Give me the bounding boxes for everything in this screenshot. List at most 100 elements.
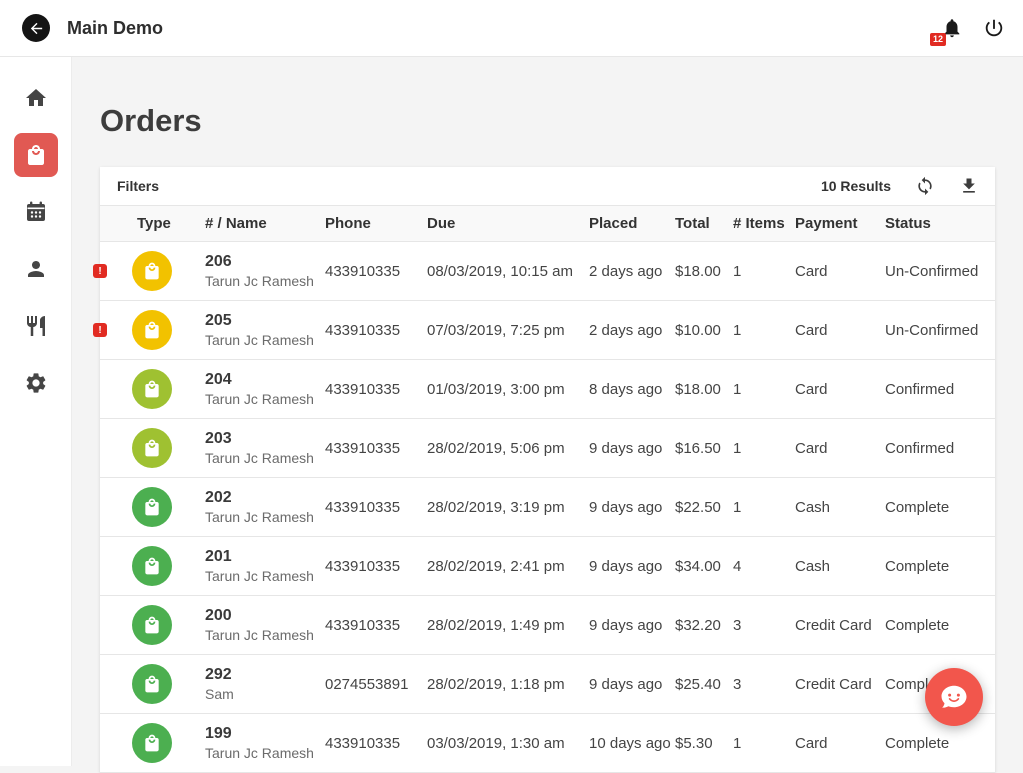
column-header-total: Total [675, 206, 733, 242]
order-phone: 433910335 [325, 537, 427, 596]
order-total: $32.20 [675, 596, 733, 655]
order-payment: Card [795, 714, 885, 773]
download-button[interactable] [959, 176, 979, 196]
order-due: 08/03/2019, 10:15 am [427, 242, 589, 301]
order-status: Complete [885, 596, 995, 655]
order-payment: Cash [795, 478, 885, 537]
column-header-placed: Placed [589, 206, 675, 242]
app-title: Main Demo [67, 18, 163, 39]
page-title: Orders [100, 101, 995, 141]
order-total: $34.00 [675, 537, 733, 596]
orders-panel: Filters 10 Results [100, 167, 995, 773]
orders-table-body: ! 206 Tarun Jc Ramesh 433910335 08/03/20… [100, 242, 995, 773]
order-phone: 433910335 [325, 714, 427, 773]
notification-count-badge: 12 [930, 33, 946, 46]
order-number: 200 [205, 607, 325, 625]
orders-panel-header: Filters 10 Results [100, 167, 995, 205]
table-row[interactable]: ! 200 Tarun Jc Ramesh 433910335 28/02/20… [100, 596, 995, 655]
order-customer-name: Sam [205, 686, 325, 702]
order-status: Complete [885, 537, 995, 596]
order-due: 28/02/2019, 5:06 pm [427, 419, 589, 478]
order-due: 03/03/2019, 1:30 am [427, 714, 589, 773]
table-row[interactable]: ! 202 Tarun Jc Ramesh 433910335 28/02/20… [100, 478, 995, 537]
column-header-phone: Phone [325, 206, 427, 242]
order-items-count: 1 [733, 242, 795, 301]
order-total: $22.50 [675, 478, 733, 537]
sidebar [0, 57, 72, 766]
order-phone: 433910335 [325, 478, 427, 537]
order-number: 205 [205, 312, 325, 330]
order-customer-name: Tarun Jc Ramesh [205, 745, 325, 761]
column-header-items: # Items [733, 206, 795, 242]
order-status: Un-Confirmed [885, 301, 995, 360]
table-row[interactable]: ! 199 Tarun Jc Ramesh 433910335 03/03/20… [100, 714, 995, 773]
order-phone: 433910335 [325, 596, 427, 655]
logout-button[interactable] [983, 17, 1005, 39]
table-row[interactable]: ! 205 Tarun Jc Ramesh 433910335 07/03/20… [100, 301, 995, 360]
shopping-bag-icon [24, 143, 48, 167]
order-total: $16.50 [675, 419, 733, 478]
order-items-count: 1 [733, 714, 795, 773]
column-header-due: Due [427, 206, 589, 242]
notifications-button[interactable]: 12 [941, 17, 963, 39]
order-payment: Credit Card [795, 596, 885, 655]
topbar: Main Demo 12 [0, 0, 1023, 57]
sidebar-item-orders[interactable] [14, 133, 58, 177]
order-type-icon [132, 664, 172, 704]
order-type-icon [132, 369, 172, 409]
column-header-name: # / Name [205, 206, 325, 242]
filters-toggle[interactable]: Filters [117, 178, 159, 194]
order-items-count: 1 [733, 301, 795, 360]
order-type-icon [132, 310, 172, 350]
order-items-count: 1 [733, 360, 795, 419]
order-payment: Cash [795, 537, 885, 596]
order-customer-name: Tarun Jc Ramesh [205, 332, 325, 348]
order-due: 28/02/2019, 1:49 pm [427, 596, 589, 655]
order-payment: Card [795, 419, 885, 478]
refresh-button[interactable] [915, 176, 935, 196]
table-row[interactable]: ! 201 Tarun Jc Ramesh 433910335 28/02/20… [100, 537, 995, 596]
order-total: $18.00 [675, 360, 733, 419]
help-chat-button[interactable] [925, 668, 983, 726]
table-row[interactable]: ! 206 Tarun Jc Ramesh 433910335 08/03/20… [100, 242, 995, 301]
sidebar-item-home[interactable] [14, 76, 58, 120]
order-phone: 0274553891 [325, 655, 427, 714]
order-number: 203 [205, 430, 325, 448]
order-total: $25.40 [675, 655, 733, 714]
order-number: 292 [205, 666, 325, 684]
sidebar-item-settings[interactable] [14, 361, 58, 405]
refresh-icon [915, 176, 935, 196]
order-type-icon [132, 723, 172, 763]
order-items-count: 4 [733, 537, 795, 596]
order-payment: Card [795, 301, 885, 360]
calendar-icon [24, 200, 48, 224]
order-placed: 10 days ago [589, 714, 675, 773]
order-customer-name: Tarun Jc Ramesh [205, 273, 325, 289]
restaurant-icon [24, 314, 48, 338]
order-placed: 9 days ago [589, 537, 675, 596]
person-icon [24, 257, 48, 281]
alert-icon: ! [93, 323, 107, 337]
order-payment: Card [795, 242, 885, 301]
power-icon [983, 17, 1005, 39]
chat-smiley-icon [939, 682, 969, 712]
back-button[interactable] [22, 14, 50, 42]
column-header-status: Status [885, 206, 995, 242]
column-header-type: Type [100, 206, 205, 242]
order-items-count: 3 [733, 596, 795, 655]
order-number: 204 [205, 371, 325, 389]
table-row[interactable]: ! 204 Tarun Jc Ramesh 433910335 01/03/20… [100, 360, 995, 419]
order-customer-name: Tarun Jc Ramesh [205, 509, 325, 525]
order-customer-name: Tarun Jc Ramesh [205, 627, 325, 643]
order-placed: 9 days ago [589, 655, 675, 714]
sidebar-item-menu[interactable] [14, 304, 58, 348]
order-number: 199 [205, 725, 325, 743]
order-placed: 2 days ago [589, 242, 675, 301]
table-row[interactable]: ! 292 Sam 0274553891 28/02/2019, 1:18 pm… [100, 655, 995, 714]
table-row[interactable]: ! 203 Tarun Jc Ramesh 433910335 28/02/20… [100, 419, 995, 478]
order-placed: 9 days ago [589, 596, 675, 655]
sidebar-item-customers[interactable] [14, 247, 58, 291]
sidebar-item-calendar[interactable] [14, 190, 58, 234]
arrow-left-icon [28, 20, 45, 37]
order-total: $10.00 [675, 301, 733, 360]
